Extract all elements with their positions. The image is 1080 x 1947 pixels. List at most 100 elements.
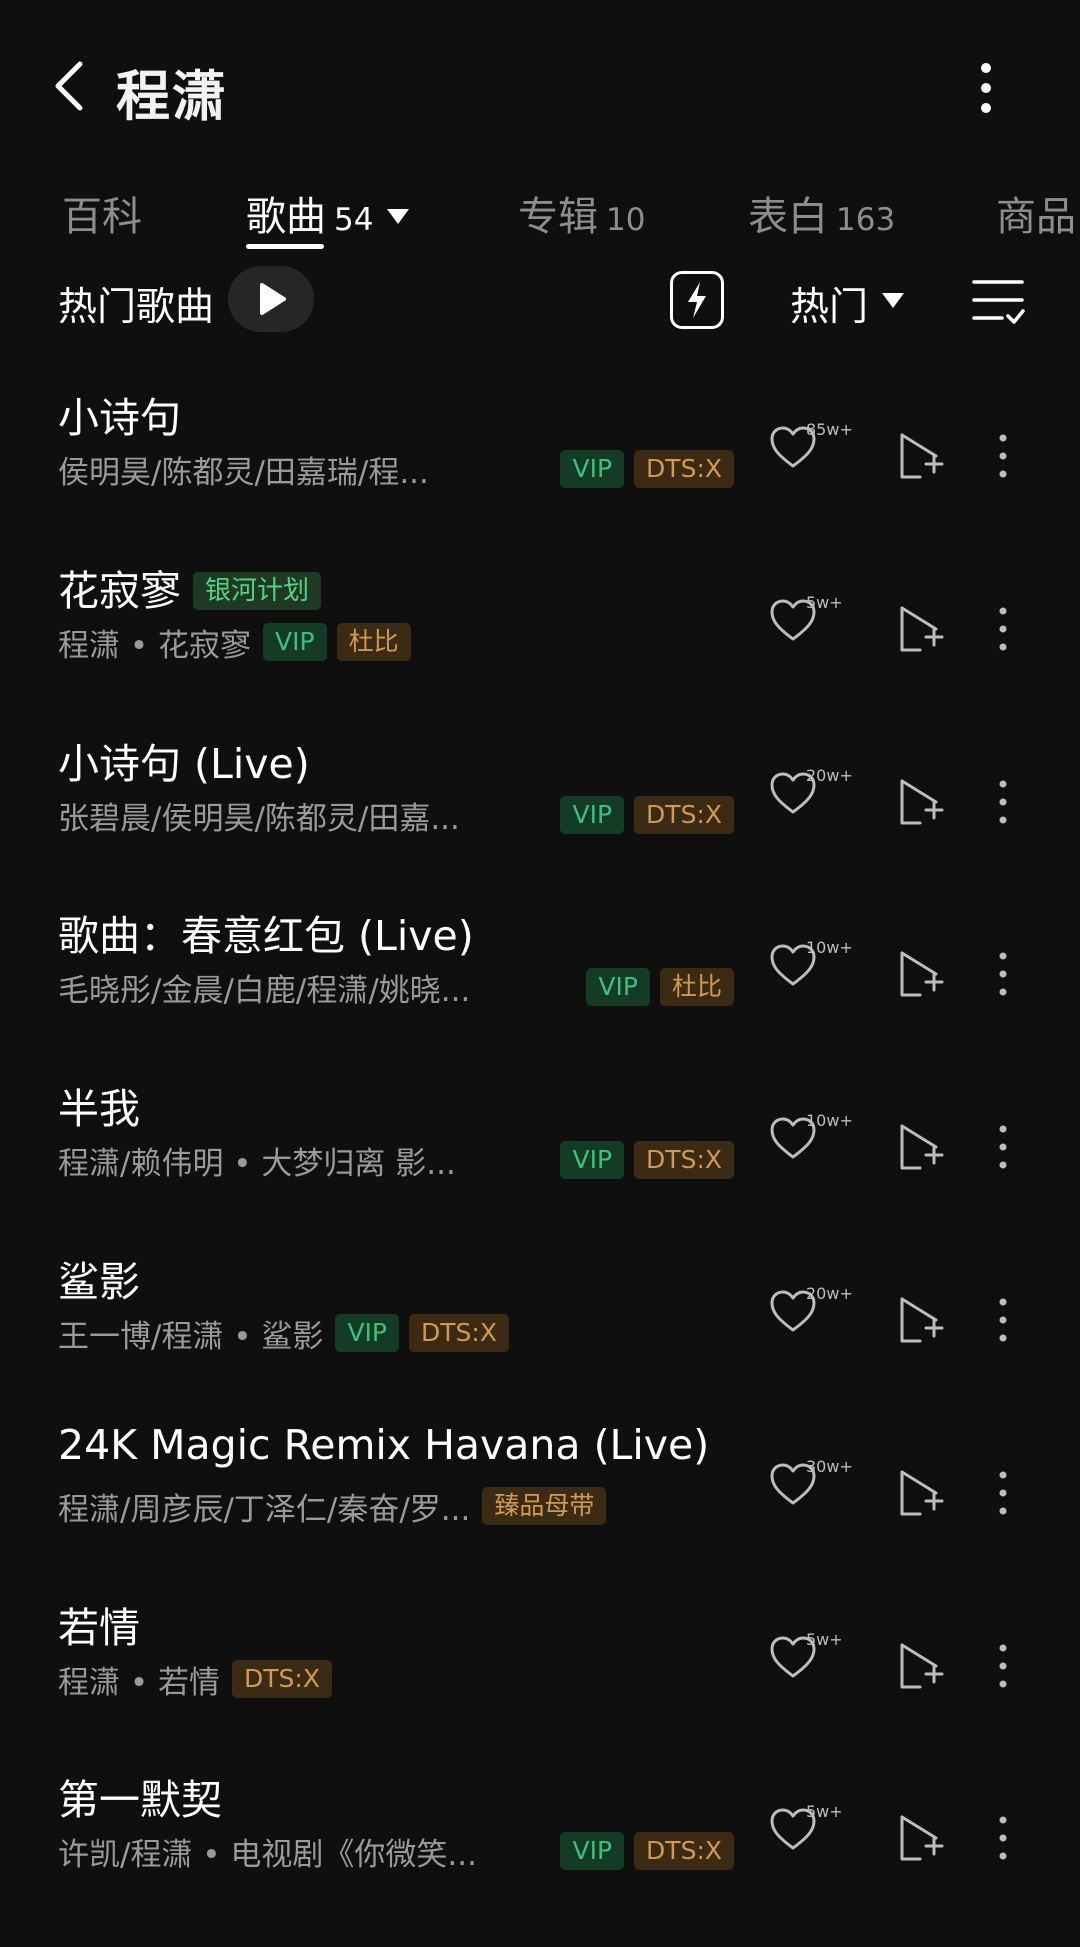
song-toolbar: 热门歌曲 热门 xyxy=(0,258,1080,348)
quality-badge: 臻品母带 xyxy=(482,1487,607,1525)
song-subtitle: 许凯/程潇 • 电视剧《你微笑... VIP DTS:X xyxy=(58,1830,734,1873)
song-more-button[interactable] xyxy=(996,432,1010,480)
like-button[interactable]: 5w+ xyxy=(768,1802,858,1866)
quality-badge: DTS:X xyxy=(232,1660,332,1698)
tab-albums[interactable]: 专辑 10 xyxy=(518,184,645,242)
vip-badge: VIP xyxy=(263,623,327,661)
tab-count: 10 xyxy=(606,202,646,238)
like-button[interactable]: 5w+ xyxy=(768,593,858,657)
add-to-playlist-button[interactable] xyxy=(896,1812,944,1864)
like-button[interactable]: 10w+ xyxy=(768,1111,858,1175)
song-badges: 臻品母带 xyxy=(482,1487,607,1525)
add-to-playlist-button[interactable] xyxy=(896,1294,944,1346)
song-artists: 程潇 • 若情 xyxy=(58,1664,220,1701)
back-button[interactable] xyxy=(48,58,92,114)
song-artists: 张碧晨/侯明昊/陈都灵/田嘉... xyxy=(58,800,460,837)
song-more-button[interactable] xyxy=(996,1642,1010,1690)
song-title-text: 花寂寥 xyxy=(58,567,181,615)
like-button[interactable]: 20w+ xyxy=(768,766,858,830)
add-to-playlist-button[interactable] xyxy=(896,430,944,482)
add-to-playlist-button[interactable] xyxy=(896,1640,944,1692)
song-row[interactable]: 鲨影 王一博/程潇 • 鲨影 VIP DTS:X 20w+ xyxy=(0,1256,1080,1429)
like-count: 10w+ xyxy=(806,938,853,957)
like-button[interactable]: 20w+ xyxy=(768,1284,858,1348)
song-more-button[interactable] xyxy=(996,1123,1010,1171)
like-button[interactable]: 30w+ xyxy=(768,1457,858,1521)
song-row[interactable]: 歌曲：春意红包 (Live) 毛晓彤/金晨/白鹿/程潇/姚晓... VIP 杜比 10w… xyxy=(0,910,1080,1083)
song-title-text: 24K Magic Remix Havana (Live) xyxy=(58,1421,710,1469)
vertical-dots-icon xyxy=(999,1816,1007,1860)
song-row[interactable]: 小诗句 侯明昊/陈都灵/田嘉瑞/程... VIP DTS:X 85w+ xyxy=(0,392,1080,565)
tab-bar: 百科 歌曲 54 专辑 10 表白 163 商品 xyxy=(0,170,1080,250)
song-more-button[interactable] xyxy=(996,605,1010,653)
tab-encyclopedia[interactable]: 百科 xyxy=(62,184,142,242)
song-row[interactable]: 半我 程潇/赖伟明 • 大梦归离 影... VIP DTS:X 10w+ xyxy=(0,1083,1080,1256)
add-to-playlist-icon xyxy=(900,951,944,997)
song-title: 若情 xyxy=(58,1594,140,1654)
tab-confessions[interactable]: 表白 163 xyxy=(748,184,895,242)
vertical-dots-icon xyxy=(999,780,1007,824)
hot-songs-label: 热门歌曲 xyxy=(58,285,215,330)
add-to-playlist-button[interactable] xyxy=(896,1467,944,1519)
like-button[interactable]: 5w+ xyxy=(768,1630,858,1694)
tab-merch[interactable]: 商品 xyxy=(996,184,1076,242)
song-title-text: 小诗句 (Live) xyxy=(58,740,310,788)
song-badges: VIP 杜比 xyxy=(586,968,734,1006)
song-row[interactable]: 第一默契 许凯/程潇 • 电视剧《你微笑... VIP DTS:X 5w+ xyxy=(0,1774,1080,1947)
add-to-playlist-icon xyxy=(900,779,944,825)
song-row[interactable]: 24K Magic Remix Havana (Live) 程潇/周彦辰/丁泽仁/… xyxy=(0,1421,1080,1602)
song-title: 半我 xyxy=(58,1075,140,1135)
song-title-text: 若情 xyxy=(58,1604,140,1652)
song-more-button[interactable] xyxy=(996,950,1010,998)
quality-badge: DTS:X xyxy=(634,1141,734,1179)
song-row[interactable]: 若情程潇 • 若情 DTS:X 5w+ xyxy=(0,1602,1080,1775)
song-artists: 侯明昊/陈都灵/田嘉瑞/程... xyxy=(58,454,429,491)
tab-songs[interactable]: 歌曲 54 xyxy=(246,184,410,242)
like-button[interactable]: 85w+ xyxy=(768,420,858,484)
song-badges: VIP DTS:X xyxy=(560,450,734,488)
song-title: 24K Magic Remix Havana (Live) xyxy=(58,1421,709,1469)
song-title: 第一默契 xyxy=(58,1766,222,1826)
song-subtitle: 程潇 • 若情 DTS:X xyxy=(58,1658,738,1701)
add-to-playlist-icon xyxy=(900,1815,944,1861)
like-count: 20w+ xyxy=(806,1284,853,1303)
add-to-playlist-button[interactable] xyxy=(896,776,944,828)
add-to-playlist-button[interactable] xyxy=(896,948,944,1000)
song-title: 歌曲：春意红包 (Live) xyxy=(58,902,474,962)
song-more-button[interactable] xyxy=(996,1296,1010,1344)
tab-label: 表白 xyxy=(748,194,828,240)
song-subtitle: 程潇/周彦辰/丁泽仁/秦奋/罗... 臻品母带 xyxy=(58,1485,738,1528)
vertical-dots-icon xyxy=(999,1125,1007,1169)
like-count: 10w+ xyxy=(806,1111,853,1130)
add-to-playlist-icon xyxy=(900,433,944,479)
add-to-playlist-button[interactable] xyxy=(896,1121,944,1173)
vertical-dots-icon xyxy=(981,63,991,113)
vertical-dots-icon xyxy=(999,1298,1007,1342)
vip-badge: VIP xyxy=(560,796,625,834)
song-row[interactable]: 花寂寥 银河计划 程潇 • 花寂寥 VIP 杜比 5w+ xyxy=(0,565,1080,738)
song-more-button[interactable] xyxy=(996,1469,1010,1517)
add-to-playlist-icon xyxy=(900,606,944,652)
song-row[interactable]: 小诗句 (Live) 张碧晨/侯明昊/陈都灵/田嘉... VIP DTS:X 20w+ xyxy=(0,738,1080,911)
song-more-button[interactable] xyxy=(996,778,1010,826)
tab-count: 163 xyxy=(836,202,896,238)
like-count: 5w+ xyxy=(806,593,843,612)
song-artists: 毛晓彤/金晨/白鹿/程潇/姚晓... xyxy=(58,972,471,1009)
song-more-button[interactable] xyxy=(996,1814,1010,1862)
like-count: 5w+ xyxy=(806,1802,843,1821)
vertical-dots-icon xyxy=(999,1644,1007,1688)
more-options-button[interactable] xyxy=(968,60,1004,116)
song-subtitle: 程潇 • 花寂寥 VIP 杜比 xyxy=(58,621,738,664)
song-title-text: 半我 xyxy=(58,1085,140,1133)
quick-play-button[interactable] xyxy=(670,271,724,329)
add-to-playlist-icon xyxy=(900,1297,944,1343)
quality-badge: DTS:X xyxy=(634,796,734,834)
vertical-dots-icon xyxy=(999,434,1007,478)
like-button[interactable]: 10w+ xyxy=(768,938,858,1002)
add-to-playlist-button[interactable] xyxy=(896,603,944,655)
sort-dropdown[interactable]: 热门 xyxy=(790,276,868,332)
lightning-icon xyxy=(688,282,706,318)
multi-select-button[interactable] xyxy=(970,274,1026,326)
app-header: 程潇 xyxy=(0,0,1080,170)
play-all-button[interactable] xyxy=(228,266,314,332)
